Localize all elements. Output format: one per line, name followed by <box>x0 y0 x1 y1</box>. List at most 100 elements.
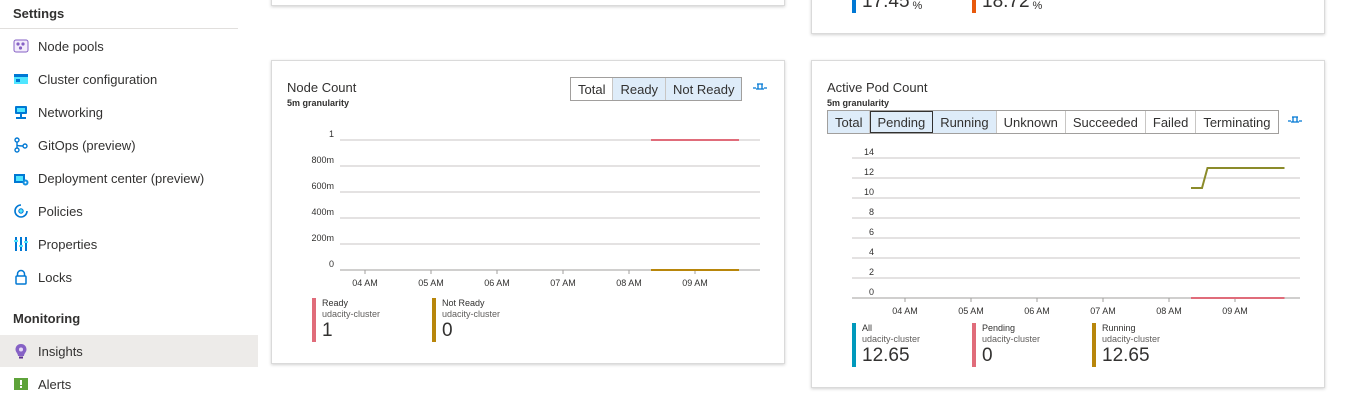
legend-color-bar <box>972 323 976 367</box>
sidebar-item-insights[interactable]: Insights <box>0 335 258 367</box>
legend-series-sub: udacity-cluster <box>982 334 1041 344</box>
x-tick-label: 08 AM <box>1156 306 1182 316</box>
properties-icon <box>12 236 29 253</box>
x-tick-label: 04 AM <box>352 278 378 286</box>
x-tick-label: 09 AM <box>1222 306 1248 316</box>
sidebar-item-alerts[interactable]: Alerts <box>0 368 258 400</box>
stat-unit: % <box>1032 0 1043 12</box>
sidebar-item-label: Policies <box>38 203 83 219</box>
legend-series-name: Not Ready <box>442 298 485 308</box>
stat-1: 17.45 % <box>852 0 922 13</box>
sidebar-item-gitops[interactable]: GitOps (preview) <box>0 129 258 161</box>
legend-all: All udacity-cluster 12.65 <box>852 323 920 367</box>
stat-color-bar <box>972 0 976 13</box>
sidebar-item-node-pools[interactable]: Node pools <box>0 30 258 62</box>
toggle-total[interactable]: Total <box>571 78 614 100</box>
legend-series-value: 12.65 <box>1102 345 1150 366</box>
sidebar-item-label: GitOps (preview) <box>38 137 136 153</box>
legend-series-sub: udacity-cluster <box>322 309 381 319</box>
legend-color-bar <box>432 298 436 342</box>
sidebar-item-deployment-center[interactable]: Deployment center (preview) <box>0 162 258 194</box>
toggle-succeeded[interactable]: Succeeded <box>1065 111 1146 133</box>
node-count-chart: 0 200m 400m 600m 800m 1 04 AM 05 AM 06 AM 07 AM 08… <box>311 129 760 286</box>
toggle-terminating[interactable]: Terminating <box>1196 111 1278 133</box>
stat-unit: % <box>912 0 923 12</box>
cpu-panel-partial <box>271 0 785 6</box>
legend-pending: Pending udacity-cluster 0 <box>972 323 1040 367</box>
x-tick-label: 07 AM <box>1090 306 1116 316</box>
legend-color-bar <box>852 323 856 367</box>
panel-title: Node Count <box>287 80 357 95</box>
section-divider <box>0 28 238 29</box>
stat-2: 18.72 % <box>972 0 1042 13</box>
y-tick-label: 2 <box>869 267 874 277</box>
y-tick-label: 1 <box>329 129 334 139</box>
x-tick-label: 09 AM <box>682 278 708 286</box>
sidebar-item-locks[interactable]: Locks <box>0 261 258 293</box>
toggle-failed[interactable]: Failed <box>1145 111 1197 133</box>
legend-series-name: Pending <box>982 323 1016 333</box>
y-tick-label: 0 <box>329 259 334 269</box>
toggle-running[interactable]: Running <box>933 111 997 133</box>
y-tick-label: 12 <box>864 167 874 177</box>
legend-running: Running udacity-cluster 12.65 <box>1092 323 1160 367</box>
insights-icon <box>12 343 29 360</box>
legend-series-sub: udacity-cluster <box>862 334 921 344</box>
y-tick-label: 200m <box>311 233 334 243</box>
sidebar-item-policies[interactable]: Policies <box>0 195 258 227</box>
legend-series-value: 0 <box>982 345 993 366</box>
alerts-icon <box>12 376 29 393</box>
toggle-pending[interactable]: Pending <box>870 111 934 133</box>
gitops-icon <box>12 137 29 154</box>
networking-icon <box>12 104 29 121</box>
toggle-unknown[interactable]: Unknown <box>996 111 1066 133</box>
x-tick-label: 08 AM <box>616 278 642 286</box>
legend-series-name: Ready <box>322 298 349 308</box>
pod-status-toggle: Total Pending Running Unknown Succeeded … <box>827 110 1279 134</box>
stat-value: 17.45 <box>862 0 910 12</box>
active-pod-count-panel: Active Pod Count 5m granularity Total Pe… <box>811 60 1325 388</box>
memory-panel-partial: 17.45 % 18.72 % <box>811 0 1325 34</box>
x-tick-label: 07 AM <box>550 278 576 286</box>
cluster-config-icon <box>12 71 29 88</box>
sidebar-item-label: Locks <box>38 269 72 285</box>
legend-series-name: Running <box>1102 323 1136 333</box>
y-tick-label: 0 <box>869 287 874 297</box>
legend-series-sub: udacity-cluster <box>1102 334 1161 344</box>
sidebar-item-networking[interactable]: Networking <box>0 96 258 128</box>
sidebar-item-label: Properties <box>38 236 98 252</box>
y-tick-label: 400m <box>311 207 334 217</box>
sidebar-item-cluster-configuration[interactable]: Cluster configuration <box>0 63 258 95</box>
x-tick-label: 06 AM <box>1024 306 1050 316</box>
node-count-panel: Node Count 5m granularity Total Ready No… <box>271 60 785 364</box>
legend-series-sub: udacity-cluster <box>442 309 501 319</box>
sidebar-item-label: Cluster configuration <box>38 71 158 87</box>
y-tick-label: 10 <box>864 187 874 197</box>
legend-ready: Ready udacity-cluster 1 <box>312 298 380 342</box>
pin-icon[interactable] <box>751 79 769 97</box>
node-status-toggle: Total Ready Not Ready <box>570 77 743 101</box>
legend-series-value: 1 <box>322 320 333 341</box>
monitoring-section-title: Monitoring <box>13 311 81 326</box>
y-tick-label: 4 <box>869 247 874 257</box>
y-tick-label: 600m <box>311 181 334 191</box>
legend-color-bar <box>312 298 316 342</box>
legend-series-name: All <box>862 323 873 333</box>
stat-color-bar <box>852 0 856 13</box>
settings-section-title: Settings <box>13 6 65 21</box>
legend-color-bar <box>1092 323 1096 367</box>
pin-icon[interactable] <box>1286 112 1304 130</box>
sidebar: Settings Node pools Cluster configuratio… <box>0 0 258 404</box>
toggle-ready[interactable]: Ready <box>613 78 667 100</box>
sidebar-item-properties[interactable]: Properties <box>0 228 258 260</box>
sidebar-item-label: Insights <box>38 343 83 359</box>
toggle-total[interactable]: Total <box>828 111 871 133</box>
sidebar-item-label: Node pools <box>38 38 104 54</box>
legend-series-value: 0 <box>442 320 453 341</box>
legend-series-value: 12.65 <box>862 345 910 366</box>
stat-value: 18.72 <box>982 0 1030 12</box>
x-tick-label: 05 AM <box>958 306 984 316</box>
x-tick-label: 06 AM <box>484 278 510 286</box>
toggle-not-ready[interactable]: Not Ready <box>666 78 742 100</box>
sidebar-item-label: Alerts <box>38 376 72 392</box>
